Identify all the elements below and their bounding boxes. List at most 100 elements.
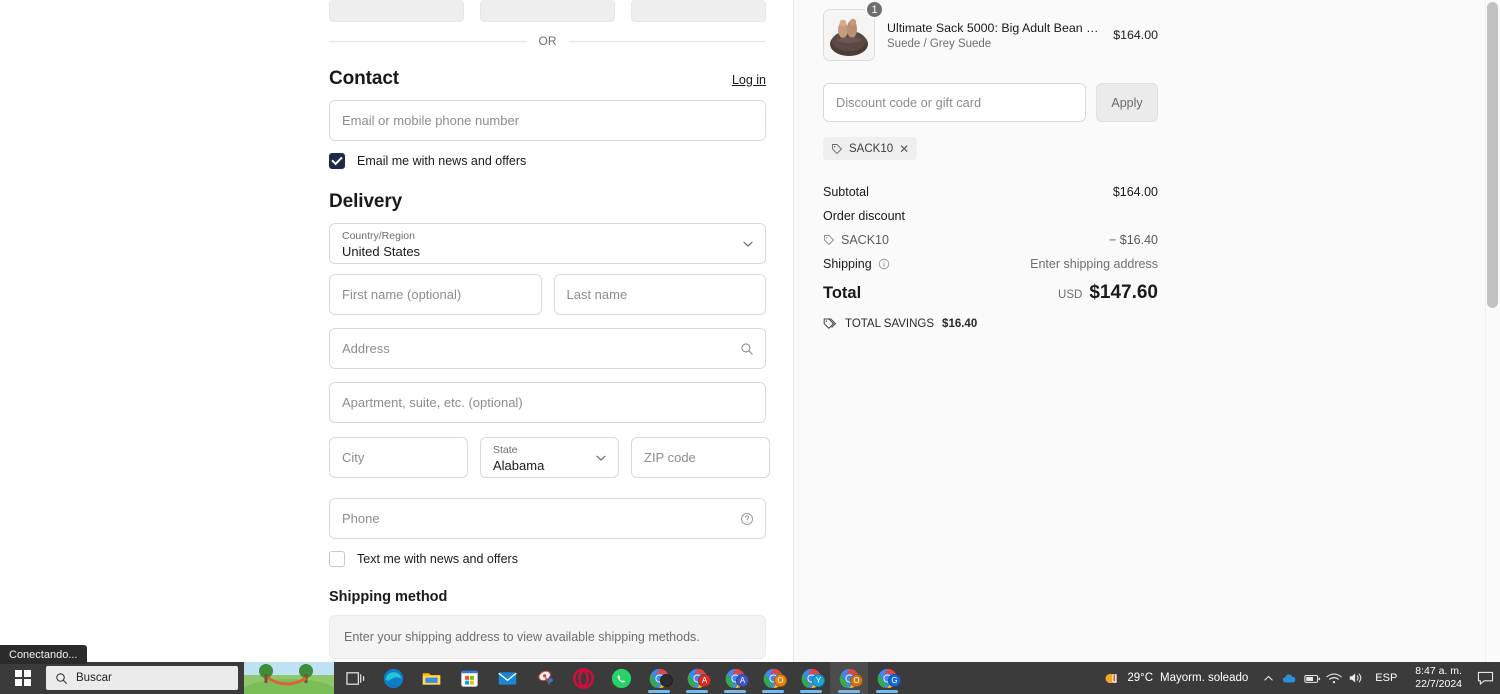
scrollbar-thumb[interactable] bbox=[1487, 2, 1498, 308]
taskbar-search-box[interactable]: Buscar bbox=[46, 666, 238, 690]
order-discount-label: Order discount bbox=[823, 209, 905, 223]
discount-input[interactable]: Discount code or gift card bbox=[823, 83, 1086, 122]
phone-placeholder: Phone bbox=[342, 511, 380, 526]
taskbar-icon-chrome-7[interactable]: G bbox=[868, 662, 906, 694]
line-item: 1 Ultimate Sack 5000: Big Adult Bean Bag… bbox=[823, 0, 1158, 61]
task-view-button[interactable] bbox=[336, 662, 374, 694]
sms-checkbox-row[interactable]: Text me with news and offers bbox=[329, 551, 766, 567]
tag-icon bbox=[832, 143, 843, 154]
line-item-name: Ultimate Sack 5000: Big Adult Bean Bag C… bbox=[887, 21, 1102, 35]
line-item-text: Ultimate Sack 5000: Big Adult Bean Bag C… bbox=[887, 20, 1101, 50]
tray-weather[interactable]: 29°C Mayorm. soleado bbox=[1091, 670, 1257, 687]
remove-discount-icon[interactable]: ✕ bbox=[899, 142, 909, 156]
taskbar-icon-chrome-4[interactable]: O bbox=[754, 662, 792, 694]
chrome-profile-badge-4: O bbox=[774, 674, 787, 687]
notification-center-button[interactable] bbox=[1472, 662, 1498, 694]
page-scrollbar[interactable] bbox=[1485, 0, 1500, 662]
show-hidden-icons-button[interactable] bbox=[1257, 662, 1279, 694]
first-name-field[interactable]: First name (optional) bbox=[329, 274, 542, 315]
total-savings-amount: $16.40 bbox=[942, 318, 978, 330]
address-field[interactable]: Address bbox=[329, 328, 766, 369]
taskbar-icon-chrome-2[interactable]: A bbox=[678, 662, 716, 694]
phone-field[interactable]: Phone bbox=[329, 498, 766, 539]
tag-icon bbox=[824, 235, 835, 246]
contact-title: Contact bbox=[329, 68, 400, 89]
microsoft-store-icon bbox=[460, 670, 478, 687]
totals-list: Subtotal $164.00 Order discount SACK10 −… bbox=[823, 180, 1158, 331]
delivery-title: Delivery bbox=[329, 191, 403, 212]
applied-discount-code: SACK10 bbox=[849, 142, 894, 155]
express-checkout-button-3[interactable] bbox=[631, 0, 766, 22]
discount-code-value: − $16.40 bbox=[1108, 233, 1158, 247]
state-label: State bbox=[493, 444, 518, 456]
zip-code-field[interactable]: ZIP code bbox=[631, 437, 770, 478]
chrome-profile-badge-2: A bbox=[698, 674, 711, 687]
newsletter-checkbox[interactable] bbox=[329, 153, 345, 169]
chrome-profile-badge-7: G bbox=[888, 674, 901, 687]
country-region-select[interactable]: Country/Region United States bbox=[329, 223, 766, 264]
search-icon[interactable] bbox=[740, 342, 754, 356]
discount-code-label: SACK10 bbox=[841, 233, 889, 247]
apply-discount-button[interactable]: Apply bbox=[1096, 83, 1158, 122]
battery-icon bbox=[1304, 674, 1320, 683]
state-select[interactable]: State Alabama bbox=[480, 437, 619, 478]
weather-widget-icon[interactable] bbox=[242, 662, 336, 694]
apartment-placeholder: Apartment, suite, etc. (optional) bbox=[342, 395, 523, 410]
name-row: First name (optional) Last name bbox=[329, 274, 766, 315]
city-field[interactable]: City bbox=[329, 437, 468, 478]
order-summary: 1 Ultimate Sack 5000: Big Adult Bean Bag… bbox=[823, 0, 1158, 331]
taskbar-icon-mail[interactable] bbox=[488, 662, 526, 694]
screen: 1 Ultimate Sack 5000: Big Adult Bean Bag… bbox=[0, 0, 1500, 694]
tray-language-indicator[interactable]: ESP bbox=[1367, 672, 1405, 684]
mail-icon bbox=[497, 671, 517, 685]
taskbar-icon-chrome-1[interactable] bbox=[640, 662, 678, 694]
start-button[interactable] bbox=[0, 662, 46, 694]
taskbar-icon-opera[interactable] bbox=[564, 662, 602, 694]
tray-clock[interactable]: 8:47 a. m. 22/7/2024 bbox=[1405, 665, 1472, 691]
address-placeholder: Address bbox=[342, 341, 390, 356]
taskbar-icon-chrome-5[interactable]: Y bbox=[792, 662, 830, 694]
help-icon[interactable] bbox=[740, 512, 754, 526]
last-name-field[interactable]: Last name bbox=[553, 274, 766, 315]
country-region-value: United States bbox=[342, 244, 421, 259]
info-icon[interactable] bbox=[878, 258, 890, 270]
taskbar-icon-whatsapp[interactable] bbox=[602, 662, 640, 694]
windows-logo-icon bbox=[15, 670, 31, 686]
express-checkout-button-1[interactable] bbox=[329, 0, 464, 22]
discount-row: Discount code or gift card Apply bbox=[823, 83, 1158, 122]
tray-weather-condition: Mayorm. soleado bbox=[1160, 672, 1249, 684]
newsletter-label: Email me with news and offers bbox=[357, 154, 527, 168]
taskbar-icon-microsoft-store[interactable] bbox=[450, 662, 488, 694]
whatsapp-icon bbox=[611, 668, 631, 688]
email-field[interactable]: Email or mobile phone number bbox=[329, 100, 766, 141]
onedrive-icon[interactable] bbox=[1279, 662, 1301, 694]
zip-code-placeholder: ZIP code bbox=[644, 450, 696, 465]
taskbar-icon-file-explorer[interactable] bbox=[412, 662, 450, 694]
express-checkout-button-2[interactable] bbox=[480, 0, 615, 22]
apartment-field[interactable]: Apartment, suite, etc. (optional) bbox=[329, 382, 766, 423]
sms-label: Text me with news and offers bbox=[357, 552, 518, 566]
chrome-profile-badge-3: A bbox=[736, 674, 749, 687]
taskbar-icon-satellite[interactable] bbox=[526, 662, 564, 694]
chrome-profile-badge-6: O bbox=[850, 674, 863, 687]
or-label: OR bbox=[538, 34, 557, 48]
log-in-link[interactable]: Log in bbox=[732, 73, 766, 87]
city-state-zip-row: City State Alabama ZIP code bbox=[329, 437, 770, 478]
total-label: Total bbox=[823, 284, 862, 302]
newsletter-checkbox-row[interactable]: Email me with news and offers bbox=[329, 153, 766, 169]
weather-icon bbox=[1105, 673, 1117, 683]
applied-discount-chip[interactable]: SACK10 ✕ bbox=[823, 137, 918, 160]
taskbar-icon-chrome-3[interactable]: A bbox=[716, 662, 754, 694]
taskbar-icon-chrome-6-active[interactable]: O bbox=[830, 662, 868, 694]
totals-row-shipping: Shipping Enter shipping address bbox=[823, 252, 1158, 276]
shipping-method-notice: Enter your shipping address to view avai… bbox=[329, 615, 766, 659]
wifi-icon[interactable] bbox=[1323, 662, 1345, 694]
order-summary-panel: 1 Ultimate Sack 5000: Big Adult Bean Bag… bbox=[794, 0, 1486, 662]
taskbar-icon-edge[interactable] bbox=[374, 662, 412, 694]
volume-icon[interactable] bbox=[1345, 662, 1367, 694]
cloud-icon bbox=[1283, 674, 1296, 683]
sms-checkbox[interactable] bbox=[329, 551, 345, 567]
battery-icon[interactable] bbox=[1301, 662, 1323, 694]
wifi-icon bbox=[1326, 672, 1342, 683]
chevron-down-icon bbox=[595, 452, 607, 464]
